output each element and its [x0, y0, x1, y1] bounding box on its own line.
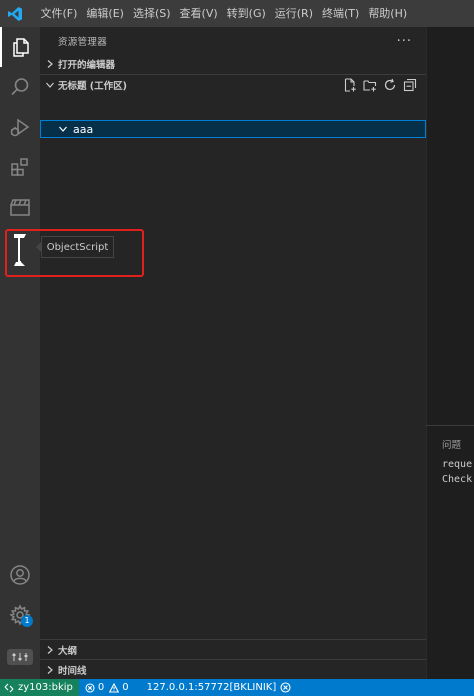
menu-view[interactable]: 查看(V)	[175, 0, 222, 27]
workspace-actions	[340, 75, 420, 95]
open-editors-label: 打开的编辑器	[58, 60, 116, 71]
problems-status[interactable]: 0 0	[79, 679, 135, 696]
menu-run[interactable]: 运行(R)	[270, 0, 317, 27]
new-folder-icon	[363, 80, 377, 92]
media-button[interactable]	[0, 187, 40, 227]
menu-terminal[interactable]: 终端(T)	[318, 0, 364, 27]
chevron-down-icon	[42, 75, 58, 95]
chevron-right-icon	[42, 640, 58, 660]
panel-divider	[426, 425, 474, 426]
outline-label: 大纲	[58, 645, 78, 657]
sidebar-title: 资源管理器	[58, 37, 108, 48]
outline-section[interactable]: 大纲	[40, 639, 426, 659]
activity-bar: 1	[0, 27, 40, 679]
red-highlight-box	[5, 229, 144, 277]
new-file-icon	[344, 78, 356, 92]
chevron-right-icon	[42, 54, 58, 74]
workspace-section[interactable]: 无标题 (工作区)	[40, 74, 426, 94]
chevron-down-icon	[55, 119, 71, 139]
new-folder-button[interactable]	[360, 75, 380, 95]
remote-icon	[4, 683, 14, 692]
timeline-section[interactable]: 时间线	[40, 659, 426, 679]
panel-output-line: reque	[442, 459, 473, 470]
workspace-label: 无标题 (工作区)	[58, 80, 127, 92]
run-debug-icon	[10, 118, 30, 137]
refresh-icon	[384, 78, 396, 91]
error-icon	[85, 682, 95, 693]
extensions-icon	[11, 158, 28, 176]
menu-selection[interactable]: 选择(S)	[128, 0, 175, 27]
status-bar: zy103:bkip 0 0 127.0.0.1:57772[BKLINIK]	[0, 679, 474, 696]
menu-edit[interactable]: 编辑(E)	[82, 0, 129, 27]
remote-label: zy103:bkip	[18, 682, 73, 693]
timeline-label: 时间线	[58, 665, 87, 677]
tab-problems[interactable]: 问题	[442, 437, 461, 451]
collapse-all-icon	[403, 78, 417, 92]
account-icon	[10, 565, 30, 585]
search-button[interactable]	[0, 67, 40, 107]
explorer-button[interactable]	[0, 27, 40, 67]
explorer-sidebar: 资源管理器 ··· 打开的编辑器 无标题 (工作区) aaa 大纲 时间线	[40, 27, 426, 679]
run-debug-button[interactable]	[0, 107, 40, 147]
more-actions-button[interactable]: ···	[397, 34, 412, 49]
panel-output-line: Check	[442, 474, 473, 485]
files-icon	[13, 38, 29, 57]
sidebar-header: 资源管理器 ···	[40, 27, 426, 55]
menu-file[interactable]: 文件(F)	[36, 0, 82, 27]
remote-indicator[interactable]: zy103:bkip	[0, 679, 79, 696]
search-icon	[11, 78, 29, 96]
new-file-button[interactable]	[340, 75, 360, 95]
open-editors-section[interactable]: 打开的编辑器	[40, 54, 426, 74]
warning-icon	[109, 682, 120, 693]
disconnected-icon	[280, 682, 291, 693]
sliders-icon	[7, 649, 33, 665]
extensions-button[interactable]	[0, 147, 40, 187]
accounts-button[interactable]	[0, 555, 40, 595]
collapse-all-button[interactable]	[400, 75, 420, 95]
settings-badge: 1	[21, 615, 33, 627]
vscode-logo-icon	[2, 0, 28, 27]
folder-aaa[interactable]: aaa	[40, 120, 426, 138]
menu-bar: 文件(F) 编辑(E) 选择(S) 查看(V) 转到(G) 运行(R) 终端(T…	[36, 0, 412, 27]
sliders-button[interactable]	[0, 639, 40, 675]
folder-label: aaa	[73, 122, 94, 136]
manage-button[interactable]: 1	[0, 595, 40, 635]
title-bar: 文件(F) 编辑(E) 选择(S) 查看(V) 转到(G) 运行(R) 终端(T…	[0, 0, 474, 27]
warning-count: 0	[122, 682, 129, 693]
menu-help[interactable]: 帮助(H)	[364, 0, 412, 27]
error-count: 0	[97, 682, 105, 693]
refresh-button[interactable]	[380, 75, 400, 95]
clapperboard-icon	[10, 199, 30, 216]
editor-area	[426, 27, 474, 679]
menu-go[interactable]: 转到(G)	[222, 0, 270, 27]
chevron-right-icon	[42, 660, 58, 680]
server-label: 127.0.0.1:57772[BKLINIK]	[146, 682, 277, 693]
server-status[interactable]: 127.0.0.1:57772[BKLINIK]	[141, 679, 298, 696]
